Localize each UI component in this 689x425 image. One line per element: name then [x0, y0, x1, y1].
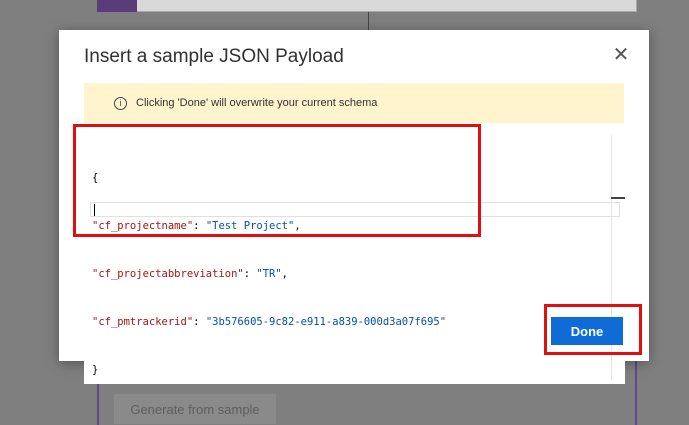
json-trail: ,	[281, 268, 288, 280]
close-brace: }	[92, 364, 99, 376]
action-icon	[97, 0, 137, 12]
json-value: "3b576605-9c82-e911-a839-000d3a07f695"	[205, 316, 447, 328]
code-line-close-brace: }	[92, 362, 446, 378]
json-separator: :	[193, 316, 206, 328]
json-highlight-annotation	[73, 124, 481, 237]
json-key: "cf_projectabbreviation"	[92, 268, 244, 280]
dialog-title: Insert a sample JSON Payload	[84, 46, 344, 67]
json-separator: :	[243, 268, 257, 280]
code-line: "cf_pmtrackerid": "3b576605-9c82-e911-a8…	[92, 314, 446, 330]
json-value: "TR"	[256, 268, 282, 280]
warning-text: Clicking 'Done' will overwrite your curr…	[136, 97, 378, 109]
code-line: "cf_projectabbreviation": "TR",	[92, 266, 446, 282]
json-key: "cf_pmtrackerid"	[92, 316, 194, 328]
flow-connector	[368, 12, 369, 30]
background-action-card	[97, 0, 637, 12]
close-icon[interactable]: ✕	[610, 44, 632, 66]
info-icon: i	[114, 96, 127, 110]
done-highlight-annotation	[544, 304, 642, 355]
editor-scroll-thumb[interactable]	[611, 197, 625, 199]
warning-message-bar: i Clicking 'Done' will overwrite your cu…	[84, 83, 624, 123]
